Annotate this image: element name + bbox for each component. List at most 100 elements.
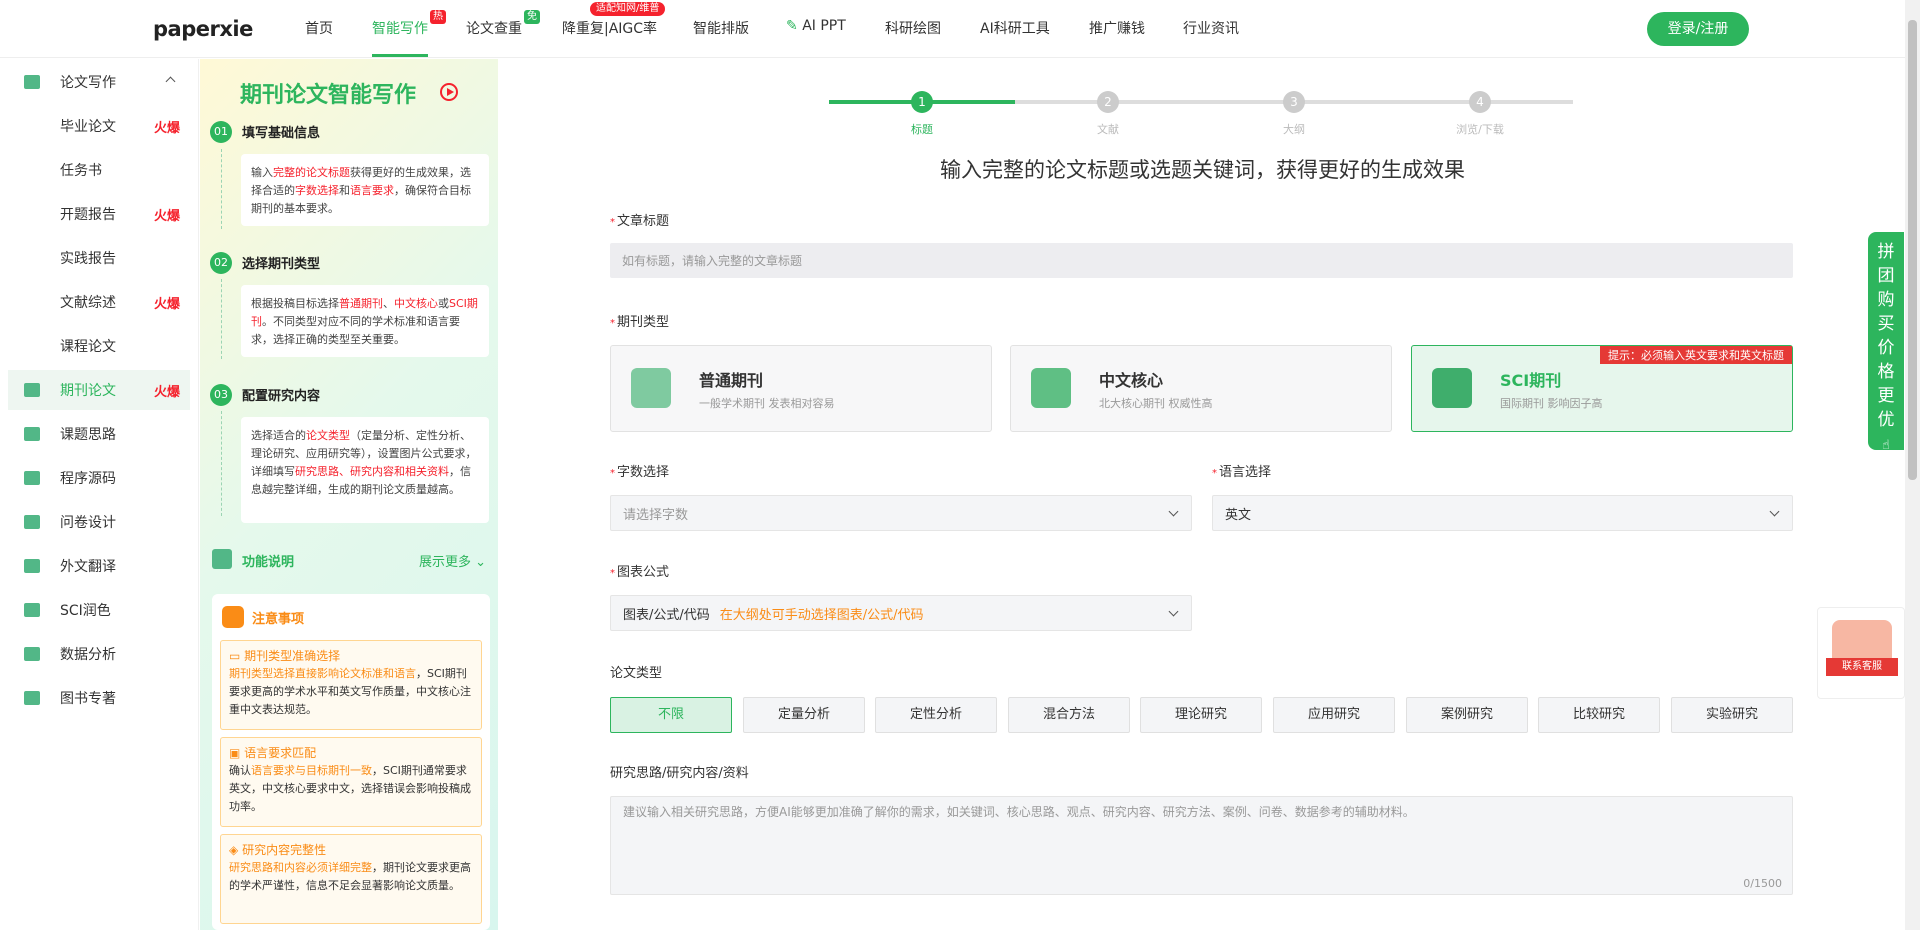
sidebar-item-source-code[interactable]: 程序源码 [8,458,190,498]
sidebar-item-topic-ideas[interactable]: 课题思路 [8,414,190,454]
title-input[interactable]: 如有标题，请输入完整的文章标题 [610,243,1793,278]
type-label: 论文类型 [610,666,663,681]
char-counter: 0/1500 [1743,877,1782,890]
type-option-applied[interactable]: 应用研究 [1273,697,1395,733]
type-option-case[interactable]: 案例研究 [1406,697,1528,733]
sidebar-item-proposal[interactable]: 开题报告 火爆 [8,194,190,234]
sidebar-item-book-monograph[interactable]: 图书专著 [8,678,190,718]
nav-research-drawing[interactable]: 科研绘图 [885,18,941,38]
step-label: 文献 [1097,123,1119,136]
sidebar-group-paper-writing[interactable]: 论文写作 [8,62,190,102]
type-option-any[interactable]: 不限 [610,697,732,733]
adapt-badge: 适配知网/维普 [590,2,666,16]
sidebar-item-practice-report[interactable]: 实践报告 [8,238,190,278]
step-dot-2: 2 [1097,91,1119,113]
play-video-icon[interactable] [440,83,458,101]
nav-home[interactable]: 首页 [305,18,333,38]
journal-desc: 北大核心期刊 权威性高 [1099,397,1213,410]
login-button[interactable]: 登录/注册 [1647,12,1749,46]
sidebar-item-task-book[interactable]: 任务书 [8,150,190,190]
step-number: 03 [210,384,232,406]
scrollbar[interactable] [1905,0,1920,930]
type-option-theoretical[interactable]: 理论研究 [1140,697,1262,733]
customer-service-button[interactable]: 联系客服 [1817,607,1905,699]
logo[interactable]: paperxie [153,10,253,48]
type-option-quantitative[interactable]: 定量分析 [743,697,865,733]
nav-reduce-aigc[interactable]: 降重复|AIGC率 [562,18,657,38]
nav-promotion[interactable]: 推广赚钱 [1089,18,1145,38]
step-title: 配置研究内容 [242,389,321,404]
type-option-mixed[interactable]: 混合方法 [1008,697,1130,733]
feature-description-bar[interactable]: 功能说明 展示更多 ⌄ [212,549,488,571]
nav-smart-layout[interactable]: 智能排版 [693,18,749,38]
journal-option-general[interactable]: 普通期刊 一般学术期刊 发表相对容易 [610,345,992,432]
sidebar-item-label: 毕业论文 [60,119,116,135]
sidebar-item-data-analysis[interactable]: 数据分析 [8,634,190,674]
notice-card-title: 研究内容完整性 [242,843,327,857]
sci-tip-badge: 提示：必须输入英文要求和英文标题 [1600,346,1792,364]
step-dot-4: 4 [1469,91,1491,113]
shield-icon [222,606,244,628]
sidebar-item-label: SCI润色 [60,603,111,619]
sidebar: 论文写作 毕业论文 火爆 任务书 开题报告 火爆 实践报告 文献综述 火爆 课程… [0,59,199,930]
language-value: 英文 [1225,507,1252,523]
journal-name: SCI期刊 [1500,371,1562,390]
nav-ai-ppt-label: AI PPT [802,18,846,34]
nav-ai-tools[interactable]: AI科研工具 [980,18,1050,38]
code-icon [24,471,40,485]
book-icon [24,691,40,705]
journal-option-sci[interactable]: SCI期刊 国际期刊 影响因子高 提示：必须输入英文要求和英文标题 [1411,345,1793,432]
sidebar-item-label: 问卷设计 [60,515,116,531]
book-icon: ▭ [229,649,241,663]
chevron-down-icon [1168,506,1179,517]
sci-icon [24,603,40,617]
chart-label: * 图表公式 [610,565,670,580]
language-select[interactable]: 英文 [1212,495,1793,531]
guide-title: 期刊论文智能写作 [240,83,417,108]
chevron-down-icon [1769,506,1780,517]
chevron-up-icon [165,76,176,87]
show-more-link[interactable]: 展示更多 ⌄ [419,551,486,570]
nav-ai-ppt[interactable]: ✎ AI PPT [786,18,846,34]
customer-service-label: 联系客服 [1826,658,1898,676]
group-buy-button[interactable]: 拼团购买 价格更优 ☝ [1868,232,1904,453]
title-label: * 文章标题 [610,214,670,229]
sidebar-item-label: 程序源码 [60,471,116,487]
chart-select[interactable]: 图表/公式/代码 在大纲处可手动选择图表/公式/代码 [610,595,1192,631]
sidebar-item-label: 实践报告 [60,251,116,267]
research-textarea[interactable]: 建议输入相关研究思路，方便AI能够更加准确了解你的需求，如关键词、核心思路、观点… [610,796,1793,895]
magic-wand-icon: ✎ [786,18,798,34]
type-option-qualitative[interactable]: 定性分析 [875,697,997,733]
sidebar-item-questionnaire[interactable]: 问卷设计 [8,502,190,542]
required-asterisk: * [1212,468,1217,479]
notice-card-title: 语言要求匹配 [244,746,317,760]
document-stack-icon [631,368,671,408]
grid-icon [212,549,232,569]
bar-chart-icon [24,647,40,661]
required-asterisk: * [610,318,615,329]
type-option-comparative[interactable]: 比较研究 [1538,697,1660,733]
nav-active-underline [372,54,428,57]
lightbulb-icon [24,427,40,441]
sidebar-item-sci-polish[interactable]: SCI润色 [8,590,190,630]
journal-option-chinese-core[interactable]: 中文核心 北大核心期刊 权威性高 [1010,345,1392,432]
nav-plagiarism-check[interactable]: 论文查重 [466,18,522,38]
notice-card-title: 期刊类型准确选择 [244,649,341,663]
step-connector [221,411,222,516]
journal-icon [24,383,40,397]
sidebar-item-translation[interactable]: 外文翻译 [8,546,190,586]
type-option-experimental[interactable]: 实验研究 [1671,697,1793,733]
sidebar-item-journal-paper[interactable]: 期刊论文 火爆 [8,370,190,410]
wordcount-select[interactable]: 请选择字数 [610,495,1192,531]
step-label: 浏览/下载 [1456,123,1504,136]
nav-industry-news[interactable]: 行业资讯 [1183,18,1239,38]
nav-smart-writing[interactable]: 智能写作 [372,18,428,38]
sidebar-item-thesis[interactable]: 毕业论文 火爆 [8,106,190,146]
step-dot-1: 1 [911,91,933,113]
sidebar-item-literature-review[interactable]: 文献综述 火爆 [8,282,190,322]
step-dot-3: 3 [1283,91,1305,113]
step-label: 大纲 [1283,123,1305,136]
sidebar-item-course-paper[interactable]: 课程论文 [8,326,190,366]
scrollbar-thumb[interactable] [1908,20,1917,480]
sidebar-item-label: 开题报告 [60,207,116,223]
